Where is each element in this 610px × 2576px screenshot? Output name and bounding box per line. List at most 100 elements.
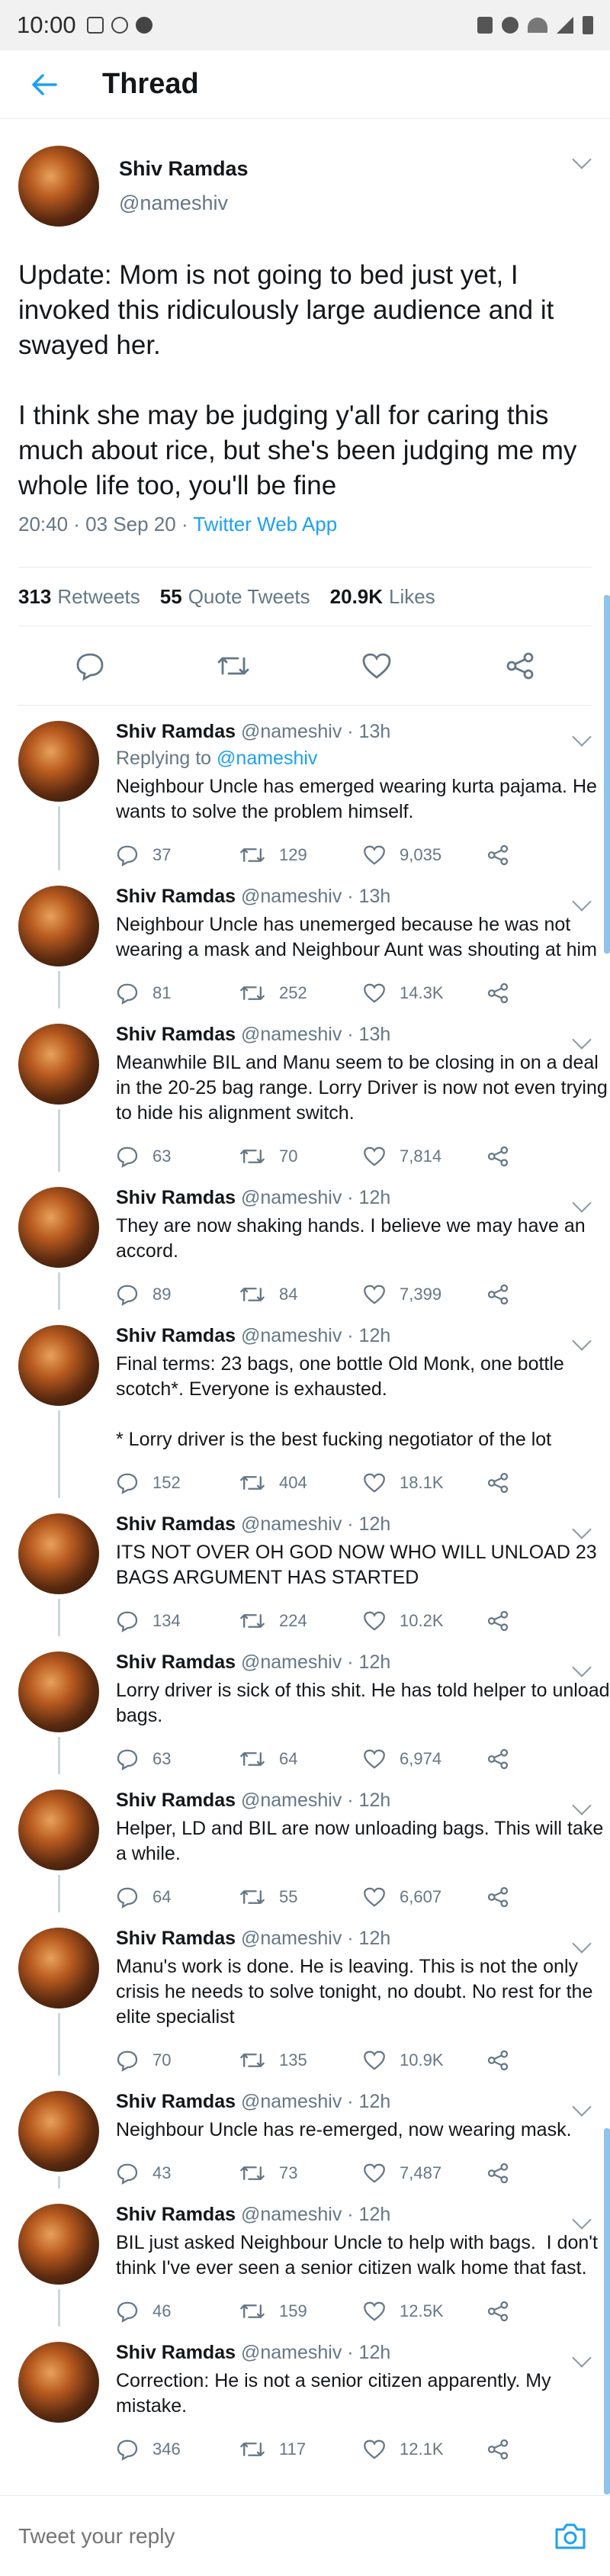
back-button[interactable] [21,62,67,108]
avatar[interactable] [18,721,99,802]
reply-button[interactable]: 134 [116,1610,239,1632]
retweet-button[interactable]: 117 [239,2439,363,2460]
avatar[interactable] [18,1325,99,1406]
share-button[interactable] [486,844,610,867]
retweet-button[interactable]: 252 [239,982,363,1004]
share-button[interactable] [497,643,543,689]
like-button[interactable]: 12.5K [363,2301,486,2322]
reply-tweet[interactable]: Shiv Ramdas @nameshiv · 13h Replying to … [0,706,610,870]
reply-button[interactable]: 63 [116,1748,239,1770]
share-button[interactable] [486,2300,610,2323]
avatar[interactable] [18,2091,99,2172]
retweet-button[interactable]: 84 [239,1284,363,1305]
like-button[interactable]: 10.2K [363,1610,486,1632]
retweet-button[interactable]: 64 [239,1748,363,1770]
avatar[interactable] [18,1024,99,1105]
share-button[interactable] [486,1610,610,1632]
share-button[interactable] [486,2049,610,2072]
avatar[interactable] [18,1928,99,2008]
reply-button[interactable]: 81 [116,982,239,1005]
share-button[interactable] [486,1748,610,1770]
share-button[interactable] [486,1886,610,1909]
retweets-stat[interactable]: 313 Retweets [18,585,140,609]
share-button[interactable] [486,982,610,1005]
reply-tweet[interactable]: Shiv Ramdas @nameshiv · 12h Helper, LD a… [0,1774,610,1912]
reply-author-name[interactable]: Shiv Ramdas [116,1790,236,1811]
retweet-button[interactable] [210,643,256,689]
share-button[interactable] [486,1145,610,1168]
reply-button[interactable]: 37 [116,844,239,867]
reply-tweet[interactable]: Shiv Ramdas @nameshiv · 13h Meanwhile BI… [0,1008,610,1172]
reply-author-name[interactable]: Shiv Ramdas [116,721,236,742]
reply-button[interactable]: 63 [116,1145,239,1168]
reply-tweet[interactable]: Shiv Ramdas @nameshiv · 13h Neighbour Un… [0,870,610,1008]
share-button[interactable] [486,2162,610,2185]
reply-author-name[interactable]: Shiv Ramdas [116,886,236,907]
reply-author-name[interactable]: Shiv Ramdas [116,1024,236,1045]
reply-button[interactable]: 89 [116,1283,239,1306]
scrollbar-lower[interactable] [604,2128,610,2494]
reply-tweet[interactable]: Shiv Ramdas @nameshiv · 12h They are now… [0,1172,610,1310]
reply-author-name[interactable]: Shiv Ramdas [116,1651,236,1673]
like-button[interactable]: 6,607 [363,1886,486,1908]
quote-tweets-stat[interactable]: 55 Quote Tweets [160,585,310,609]
reply-tweet[interactable]: Shiv Ramdas @nameshiv · 12h Neighbour Un… [0,2076,610,2188]
avatar[interactable] [18,1513,99,1594]
tweet-source-app[interactable]: Twitter Web App [193,513,337,535]
reply-input[interactable] [18,2523,549,2549]
reply-author-name[interactable]: Shiv Ramdas [116,1325,236,1346]
avatar[interactable] [18,1790,99,1870]
reply-tweet[interactable]: Shiv Ramdas @nameshiv · 12h ITS NOT OVER… [0,1498,610,1636]
avatar[interactable] [18,1187,99,1268]
reply-tweet[interactable]: Shiv Ramdas @nameshiv · 12h Manu's work … [0,1912,610,2076]
like-button[interactable]: 18.1K [363,1472,486,1494]
avatar[interactable] [18,886,99,966]
like-button[interactable]: 9,035 [363,844,486,866]
author-handle[interactable]: @nameshiv [119,191,249,215]
like-button[interactable]: 7,399 [363,1284,486,1305]
reply-button[interactable]: 46 [116,2300,239,2323]
likes-stat[interactable]: 20.9K Likes [330,585,435,609]
reply-tweet[interactable]: Shiv Ramdas @nameshiv · 12h Final terms:… [0,1310,610,1498]
retweet-button[interactable]: 224 [239,1610,363,1632]
reply-button[interactable] [67,643,113,689]
avatar[interactable] [18,2342,99,2423]
share-button[interactable] [486,1283,610,1306]
like-button[interactable]: 7,814 [363,1146,486,1167]
reply-tweet[interactable]: Shiv Ramdas @nameshiv · 12h Correction: … [0,2327,610,2465]
like-button[interactable]: 12.1K [363,2439,486,2460]
like-button[interactable]: 14.3K [363,982,486,1004]
author-name[interactable]: Shiv Ramdas [119,157,249,181]
reply-button[interactable]: 70 [116,2049,239,2072]
reply-author-name[interactable]: Shiv Ramdas [116,1928,236,1949]
reply-tweet[interactable]: Shiv Ramdas @nameshiv · 12h BIL just ask… [0,2188,610,2327]
share-button[interactable] [486,2438,610,2461]
retweet-button[interactable]: 404 [239,1472,363,1494]
reply-author-name[interactable]: Shiv Ramdas [116,1187,236,1208]
reply-author-name[interactable]: Shiv Ramdas [116,2091,236,2112]
reply-button[interactable]: 346 [116,2438,239,2461]
reply-author-name[interactable]: Shiv Ramdas [116,2204,236,2225]
like-button[interactable]: 6,974 [363,1748,486,1770]
reply-author-name[interactable]: Shiv Ramdas [116,1513,236,1535]
reply-button[interactable]: 64 [116,1886,239,1909]
retweet-button[interactable]: 73 [239,2163,363,2184]
avatar[interactable] [18,1651,99,1732]
replying-to-handle[interactable]: @nameshiv [217,748,317,769]
reply-button[interactable]: 43 [116,2162,239,2185]
like-button[interactable]: 10.9K [363,2050,486,2071]
reply-button[interactable]: 152 [116,1471,239,1494]
retweet-button[interactable]: 135 [239,2050,363,2071]
reply-author-name[interactable]: Shiv Ramdas [116,2342,236,2363]
avatar[interactable] [18,146,99,227]
avatar[interactable] [18,2204,99,2285]
retweet-button[interactable]: 129 [239,844,363,866]
retweet-button[interactable]: 159 [239,2301,363,2322]
reply-tweet[interactable]: Shiv Ramdas @nameshiv · 12h Lorry driver… [0,1636,610,1774]
scrollbar-upper[interactable] [604,595,610,954]
camera-button[interactable] [549,2515,592,2558]
retweet-button[interactable]: 70 [239,1146,363,1167]
like-button[interactable]: 7,487 [363,2163,486,2184]
retweet-button[interactable]: 55 [239,1886,363,1908]
like-button[interactable] [354,643,400,689]
